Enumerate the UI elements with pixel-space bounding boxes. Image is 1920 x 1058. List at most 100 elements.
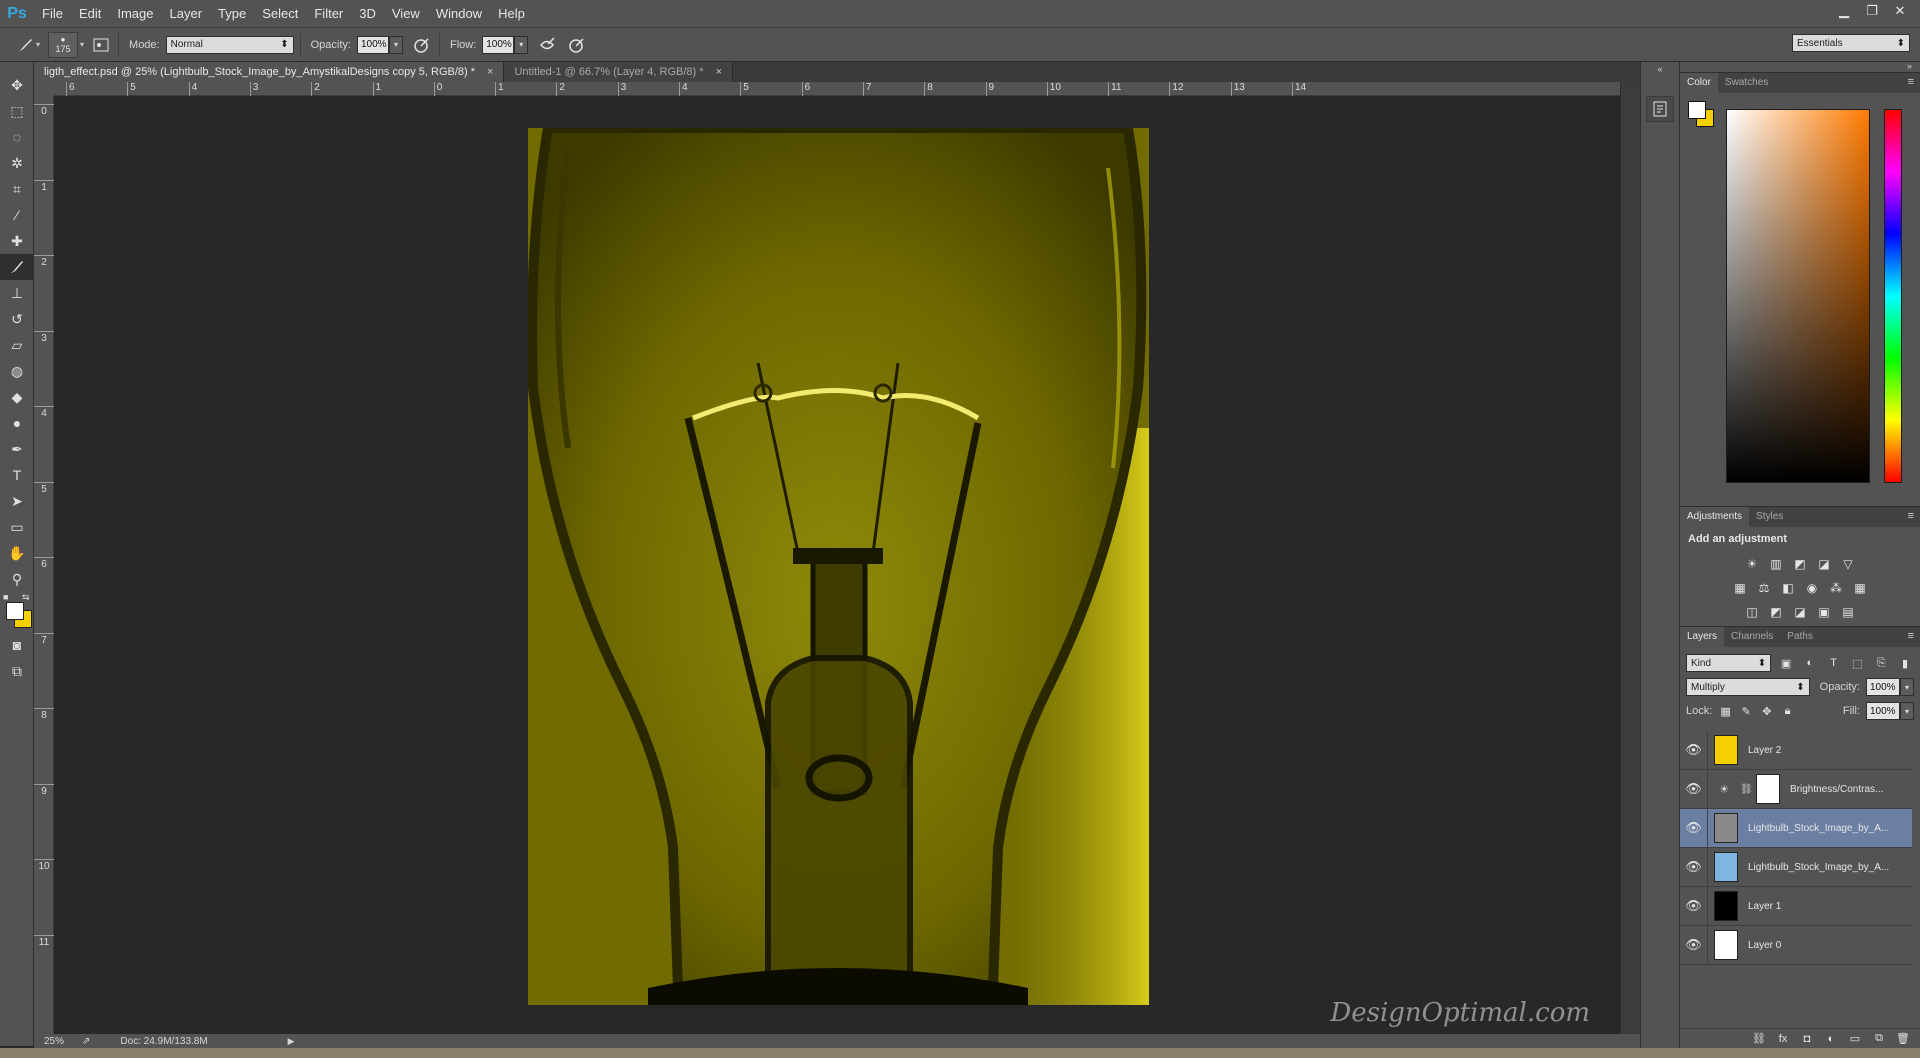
color-spectrum-field[interactable] — [1726, 109, 1870, 483]
menu-layer[interactable]: Layer — [162, 0, 211, 28]
new-layer-icon[interactable]: ⧉ — [1872, 1032, 1886, 1045]
invert-icon[interactable]: ◫ — [1742, 603, 1762, 621]
pen-tool-icon[interactable]: ✒ — [0, 436, 34, 462]
history-brush-tool-icon[interactable]: ↺ — [0, 306, 34, 332]
threshold-icon[interactable]: ◪ — [1790, 603, 1810, 621]
new-adjustment-icon[interactable]: ◐ — [1824, 1033, 1838, 1045]
layer-row[interactable]: 👁︎ Layer 0 — [1680, 925, 1912, 965]
dodge-tool-icon[interactable]: ● — [0, 410, 34, 436]
tab-channels[interactable]: Channels — [1724, 627, 1780, 647]
clone-stamp-tool-icon[interactable]: ⊥ — [0, 280, 34, 306]
brush-size-dropdown-icon[interactable]: ▾ — [80, 40, 84, 49]
visibility-eye-icon[interactable]: 👁︎ — [1680, 847, 1708, 887]
tab-color[interactable]: Color — [1680, 73, 1718, 93]
filter-shape-icon[interactable]: ⬚ — [1849, 654, 1867, 672]
brush-tool-icon[interactable] — [0, 254, 34, 280]
type-tool-icon[interactable]: T — [0, 462, 34, 488]
rectangle-tool-icon[interactable]: ▭ — [0, 514, 34, 540]
blur-tool-icon[interactable]: ◆ — [0, 384, 34, 410]
tab-adjustments[interactable]: Adjustments — [1680, 507, 1750, 527]
workspace-select[interactable]: Essentials ⬍ — [1792, 34, 1910, 52]
visibility-eye-icon[interactable]: 👁︎ — [1680, 808, 1708, 848]
lock-position-icon[interactable]: ✥ — [1760, 702, 1775, 720]
horizontal-ruler[interactable]: 6 5 4 3 2 1 0 1 2 3 4 5 6 7 8 9 10 11 12 13 14 — [54, 82, 1620, 96]
layer-thumbnail[interactable] — [1714, 852, 1738, 882]
brightness-contrast-icon[interactable]: ☀ — [1742, 555, 1762, 573]
flow-dropdown-icon[interactable]: ▾ — [514, 35, 529, 54]
menu-filter[interactable]: Filter — [306, 0, 351, 28]
menu-file[interactable]: File — [34, 0, 71, 28]
fill-input[interactable]: 100% — [1865, 702, 1900, 720]
mode-select[interactable]: Normal ⬍ — [165, 35, 294, 54]
menu-view[interactable]: View — [384, 0, 428, 28]
layer-style-icon[interactable]: fx — [1776, 1033, 1790, 1045]
tab-close-icon[interactable]: × — [716, 66, 722, 78]
lock-image-icon[interactable]: ✎ — [1739, 702, 1754, 720]
minimize-button[interactable]: ▁ — [1832, 2, 1856, 20]
menu-image[interactable]: Image — [109, 0, 161, 28]
photo-filter-icon[interactable]: ◉ — [1802, 579, 1822, 597]
collapse-panels-icon[interactable]: » — [1680, 62, 1920, 71]
menu-type[interactable]: Type — [210, 0, 254, 28]
history-panel-icon[interactable] — [1646, 96, 1674, 122]
panel-menu-icon[interactable]: ≡ — [1908, 510, 1914, 522]
exposure-icon[interactable]: ◪ — [1814, 555, 1834, 573]
lasso-tool-icon[interactable]: ◌ — [0, 124, 34, 150]
lock-all-icon[interactable]: 🔒︎ — [1780, 702, 1795, 720]
layer-row[interactable]: 👁︎ ☀ ⛓ Brightness/Contras... — [1680, 769, 1912, 809]
filter-pixel-icon[interactable]: ▣ — [1777, 654, 1795, 672]
color-foreground-swatch[interactable] — [1688, 101, 1706, 119]
tab-paths[interactable]: Paths — [1780, 627, 1820, 647]
marquee-tool-icon[interactable]: ⬚ — [0, 98, 34, 124]
visibility-eye-icon[interactable]: 👁︎ — [1680, 730, 1708, 770]
restore-button[interactable]: ❐ — [1860, 2, 1884, 20]
eyedropper-tool-icon[interactable]: ⁄ — [0, 202, 34, 228]
layer-name[interactable]: Lightbulb_Stock_Image_by_A... — [1748, 862, 1889, 873]
layer-name[interactable]: Layer 2 — [1748, 745, 1781, 756]
layer-opacity-dropdown-icon[interactable]: ▾ — [1900, 678, 1914, 696]
layer-thumbnail[interactable] — [1714, 735, 1738, 765]
crop-tool-icon[interactable]: ⌗ — [0, 176, 34, 202]
collapse-icon[interactable]: « — [1641, 64, 1679, 74]
move-tool-icon[interactable]: ✥ — [0, 72, 34, 98]
curves-icon[interactable]: ◩ — [1790, 555, 1810, 573]
visibility-eye-icon[interactable]: 👁︎ — [1680, 925, 1708, 965]
zoom-level[interactable]: 25% — [44, 1036, 64, 1047]
canvas-area[interactable]: DesignOptimal.com — [54, 96, 1620, 1036]
filter-type-icon[interactable]: T — [1825, 654, 1843, 672]
delete-layer-icon[interactable]: 🗑︎ — [1896, 1032, 1910, 1045]
layer-name[interactable]: Layer 0 — [1748, 940, 1781, 951]
brush-panel-toggle-icon[interactable] — [90, 34, 112, 56]
layer-mask-thumbnail[interactable] — [1756, 774, 1780, 804]
brush-tool-preset-icon[interactable] — [14, 34, 36, 56]
layer-filter-select[interactable]: Kind ⬍ — [1686, 654, 1772, 672]
filter-adjustment-icon[interactable]: ◐ — [1801, 654, 1819, 672]
paint-bucket-tool-icon[interactable]: ◍ — [0, 358, 34, 384]
lock-transparent-icon[interactable]: ▦ — [1718, 702, 1733, 720]
black-white-icon[interactable]: ◧ — [1778, 579, 1798, 597]
panel-menu-icon[interactable]: ≡ — [1908, 630, 1914, 642]
flow-input[interactable]: 100% — [482, 35, 515, 54]
layer-name[interactable]: Brightness/Contras... — [1790, 784, 1883, 795]
hue-slider[interactable] — [1884, 109, 1902, 483]
tab-close-icon[interactable]: × — [487, 66, 493, 78]
posterize-icon[interactable]: ◩ — [1766, 603, 1786, 621]
layer-row[interactable]: 👁︎ Layer 1 — [1680, 886, 1912, 926]
screen-mode-icon[interactable]: ⧉ — [0, 658, 34, 684]
hue-saturation-icon[interactable]: ▦ — [1730, 579, 1750, 597]
panel-menu-icon[interactable]: ≡ — [1908, 76, 1914, 88]
tab-swatches[interactable]: Swatches — [1718, 73, 1775, 93]
color-balance-icon[interactable]: ⚖ — [1754, 579, 1774, 597]
layer-name[interactable]: Lightbulb_Stock_Image_by_A... — [1748, 823, 1889, 834]
blend-mode-select[interactable]: Multiply ⬍ — [1686, 678, 1810, 696]
magic-wand-tool-icon[interactable]: ✲ — [0, 150, 34, 176]
channel-mixer-icon[interactable]: ⁂ — [1826, 579, 1846, 597]
preset-dropdown-icon[interactable]: ▾ — [36, 40, 40, 49]
menu-edit[interactable]: Edit — [71, 0, 109, 28]
pressure-size-icon[interactable] — [566, 34, 588, 56]
brush-size-picker[interactable]: ● 175 — [48, 31, 79, 58]
status-menu-arrow-icon[interactable]: ▶ — [288, 1036, 295, 1047]
share-icon[interactable]: ⇗ — [82, 1036, 90, 1047]
tab-styles[interactable]: Styles — [1749, 507, 1790, 527]
zoom-tool-icon[interactable]: ⚲ — [0, 566, 34, 592]
